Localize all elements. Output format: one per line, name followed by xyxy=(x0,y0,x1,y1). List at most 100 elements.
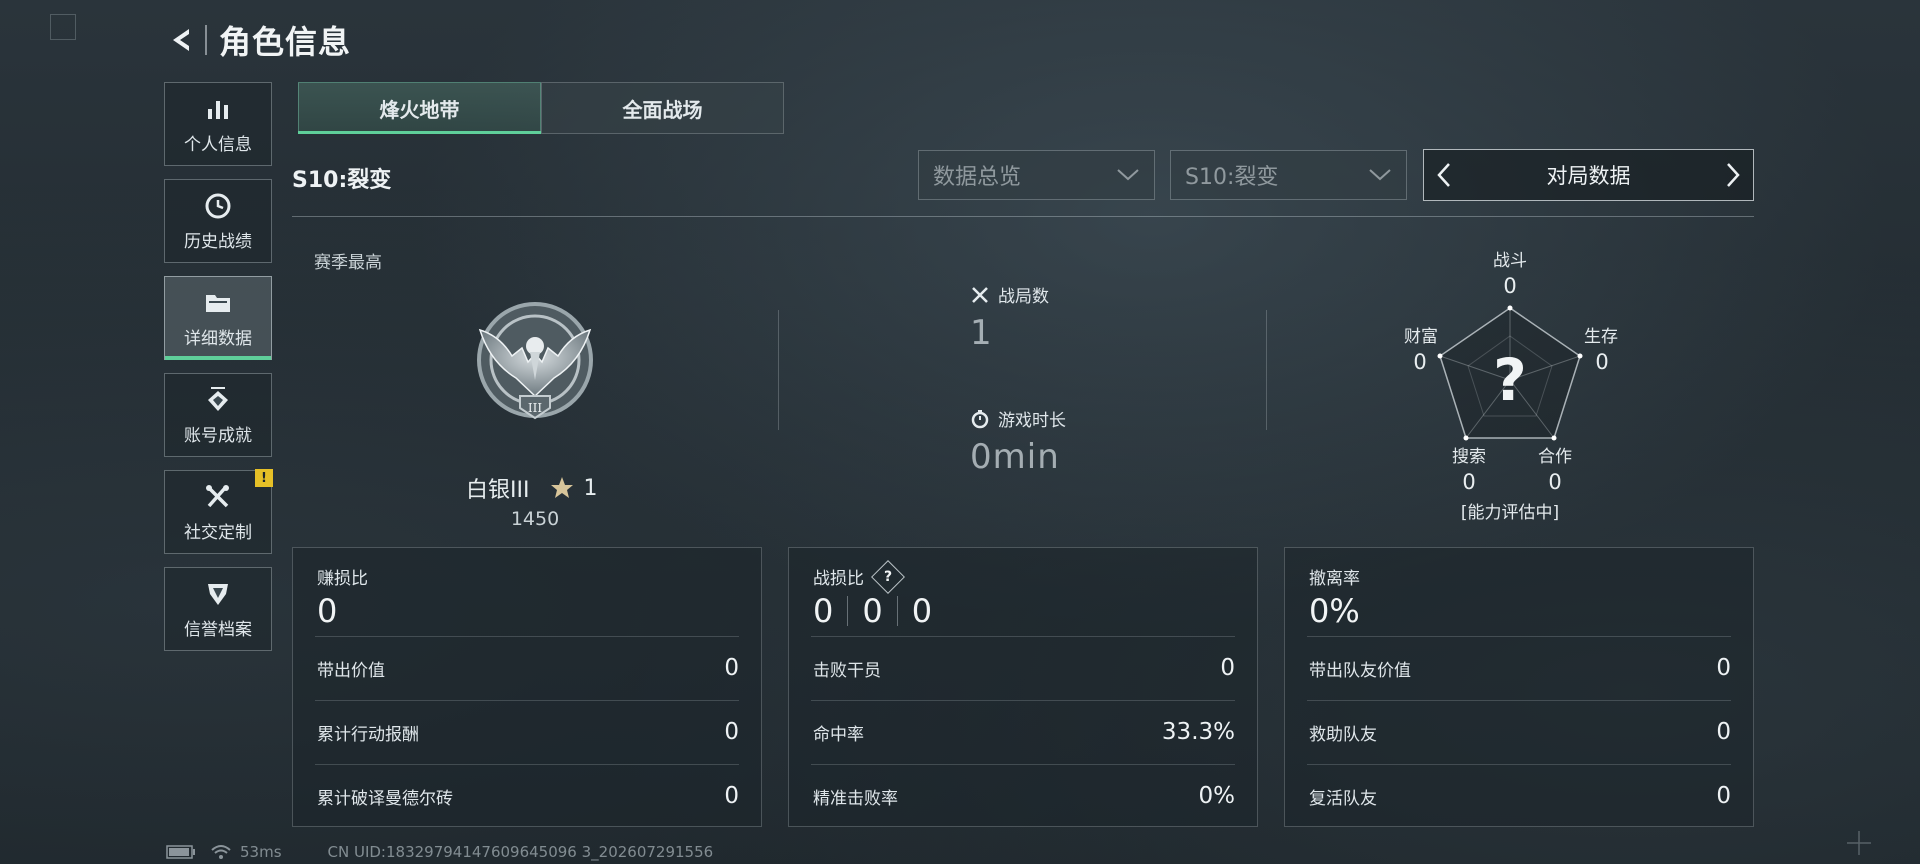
sidebar-item-label: 历史战绩 xyxy=(184,231,252,252)
data-type-select-value: 数据总览 xyxy=(933,165,1022,190)
playtime-stat: 游戏时长 0min xyxy=(970,406,1066,477)
row-value: 0 xyxy=(1716,783,1731,809)
radar-value-wealth: 0 xyxy=(1413,350,1427,374)
row-label: 击败干员 xyxy=(813,660,881,681)
radar-label-combat: 战斗 xyxy=(1493,251,1527,271)
playtime-label: 游戏时长 xyxy=(998,411,1066,431)
prev-button[interactable] xyxy=(1436,162,1452,188)
wifi-icon xyxy=(211,845,231,859)
ability-radar: ? 战斗 0 生存 0 合作 0 搜索 0 财富 0 [能力评估中] xyxy=(1380,240,1640,530)
next-button[interactable] xyxy=(1725,162,1741,188)
page-header: 角色信息 xyxy=(165,18,351,62)
rank-tier-line: 白银III 1 xyxy=(466,472,597,504)
radar-center-mark: ? xyxy=(1493,346,1527,414)
clock-icon xyxy=(204,191,232,221)
row-value: 0% xyxy=(1198,783,1236,809)
bar-chart-icon xyxy=(205,94,231,124)
matches-value: 1 xyxy=(970,313,993,353)
rank-emblem: III xyxy=(470,300,600,440)
card-value: 0 xyxy=(317,592,338,630)
row-divider xyxy=(315,700,739,701)
stat-row: 复活队友 0 xyxy=(1309,776,1731,816)
tab-hazard-zone[interactable]: 烽火地带 xyxy=(298,82,541,134)
radar-status: [能力评估中] xyxy=(1460,503,1560,523)
tab-full-battlefield[interactable]: 全面战场 xyxy=(541,82,784,134)
sidebar-item-label: 详细数据 xyxy=(184,328,252,349)
window-corner-square xyxy=(50,14,76,40)
row-divider xyxy=(1307,700,1731,701)
shield-icon xyxy=(204,579,232,609)
row-label: 复活队友 xyxy=(1309,788,1377,809)
mode-tabs: 烽火地带 全面战场 xyxy=(298,82,784,134)
sidebar-item-label: 账号成就 xyxy=(184,425,252,446)
extract-card: 撤离率 0% 带出队友价值 0 救助队友 0 复活队友 0 xyxy=(1284,547,1754,827)
radar-pentagon: ? xyxy=(1437,305,1583,441)
row-value: 0 xyxy=(1716,655,1731,681)
card-label-row: 战损比 ? xyxy=(813,559,905,594)
crossed-swords-icon xyxy=(972,286,988,303)
data-type-select[interactable]: 数据总览 xyxy=(918,150,1155,200)
radar-value-combat: 0 xyxy=(1503,274,1517,298)
sidebar-item-detailed-data[interactable]: 详细数据 xyxy=(164,276,272,360)
playtime-value: 0min xyxy=(970,437,1060,477)
season-label: S10:裂变 xyxy=(292,168,392,193)
crosshair-icon xyxy=(1847,831,1871,855)
row-value: 0 xyxy=(724,655,739,681)
row-divider xyxy=(811,700,1235,701)
row-value: 0 xyxy=(1220,655,1235,681)
stat-row: 累计行动报酬 0 xyxy=(317,712,739,752)
row-label: 带出价值 xyxy=(317,660,385,681)
help-button[interactable]: ? xyxy=(871,559,905,594)
season-best-label: 赛季最高 xyxy=(314,253,382,273)
stat-row: 精准击败率 0% xyxy=(813,776,1235,816)
card-value: 0% xyxy=(1309,592,1360,630)
rank-score: 1450 xyxy=(510,508,560,530)
radar-value-search: 0 xyxy=(1462,470,1476,494)
kd-separator xyxy=(847,596,849,626)
radar-value-cooperation: 0 xyxy=(1548,470,1562,494)
row-divider xyxy=(315,764,739,765)
card-label: 赚损比 xyxy=(317,569,368,589)
achievement-icon xyxy=(203,385,233,415)
season-select[interactable]: S10:裂变 xyxy=(1170,150,1407,200)
stat-row: 带出价值 0 xyxy=(317,648,739,688)
chevron-down-icon xyxy=(1369,169,1391,181)
matches-label: 战局数 xyxy=(998,287,1049,307)
sidebar-item-personal-info[interactable]: 个人信息 xyxy=(164,82,272,166)
row-divider xyxy=(1307,764,1731,765)
tab-active-indicator xyxy=(298,131,541,134)
row-divider xyxy=(811,636,1235,637)
radar-label-search: 搜索 xyxy=(1452,447,1486,467)
row-label: 精准击败率 xyxy=(813,788,898,809)
back-button[interactable] xyxy=(165,23,199,57)
sidebar-item-history[interactable]: 历史战绩 xyxy=(164,179,272,263)
stat-row: 击败干员 0 xyxy=(813,648,1235,688)
row-value: 0 xyxy=(724,719,739,745)
chevron-down-icon xyxy=(1117,169,1139,181)
star-icon xyxy=(551,477,574,498)
kd-value-1: 0 xyxy=(813,592,834,630)
rank-stars: 1 xyxy=(583,475,598,501)
radar-label-cooperation: 合作 xyxy=(1538,447,1572,467)
row-label: 带出队友价值 xyxy=(1309,660,1411,681)
emblem-numeral: III xyxy=(528,401,542,415)
stat-row: 命中率 33.3% xyxy=(813,712,1235,752)
page-title: 角色信息 xyxy=(219,23,352,61)
row-value: 33.3% xyxy=(1161,719,1235,745)
ping-value: 53ms xyxy=(240,843,282,861)
row-value: 0 xyxy=(724,783,739,809)
sidebar-item-achievements[interactable]: 账号成就 xyxy=(164,373,272,457)
battery-icon xyxy=(166,845,195,859)
sidebar-item-reputation[interactable]: 信誉档案 xyxy=(164,567,272,651)
row-divider xyxy=(315,636,739,637)
row-label: 累计行动报酬 xyxy=(317,724,419,745)
sidebar: 个人信息 历史战绩 详细数据 账号成就 ! 社交定制 信誉档案 xyxy=(164,82,274,664)
stat-row: 带出队友价值 0 xyxy=(1309,648,1731,688)
sidebar-item-label: 信誉档案 xyxy=(184,619,252,640)
sidebar-item-label: 个人信息 xyxy=(184,134,252,155)
row-divider xyxy=(1307,636,1731,637)
help-icon: ? xyxy=(883,568,893,585)
chevron-left-icon xyxy=(1437,163,1450,187)
row-divider xyxy=(811,764,1235,765)
tools-icon xyxy=(203,482,233,512)
